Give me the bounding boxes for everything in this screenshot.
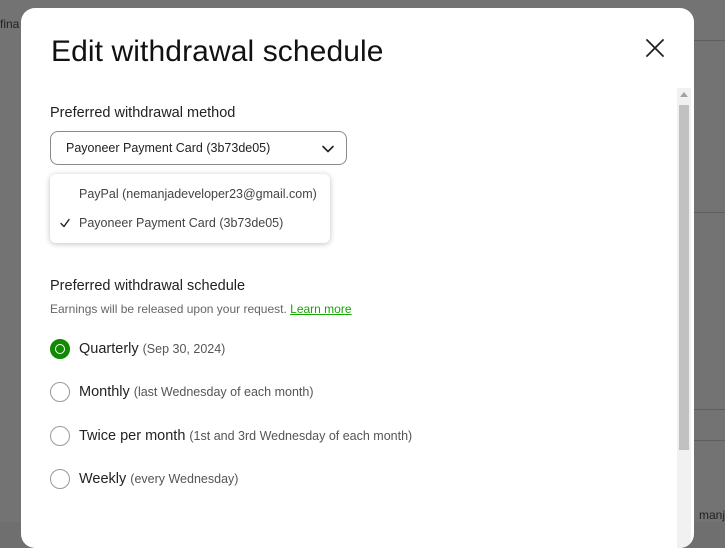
radio-button[interactable]	[50, 426, 70, 446]
option-main-label: Monthly	[79, 384, 130, 400]
radio-button[interactable]	[50, 382, 70, 402]
schedule-option-twice-per-month[interactable]: Twice per month (1st and 3rd Wednesday o…	[50, 425, 412, 447]
modal-scrollbar[interactable]	[677, 88, 691, 548]
schedule-option-monthly[interactable]: Monthly (last Wednesday of each month)	[50, 381, 314, 403]
radio-button[interactable]	[50, 339, 70, 359]
close-button[interactable]	[641, 34, 669, 62]
radio-button[interactable]	[50, 469, 70, 489]
option-sub-label: (every Wednesday)	[130, 472, 239, 486]
option-label: Payoneer Payment Card (3b73de05)	[79, 216, 284, 230]
withdrawal-method-select[interactable]: Payoneer Payment Card (3b73de05)	[50, 131, 347, 165]
select-value: Payoneer Payment Card (3b73de05)	[66, 141, 271, 155]
option-sub-label: (Sep 30, 2024)	[142, 342, 226, 356]
close-icon	[646, 39, 664, 57]
option-label: PayPal (nemanjadeveloper23@gmail.com)	[79, 187, 317, 201]
option-main-label: Twice per month	[79, 428, 186, 444]
schedule-hint: Earnings will be released upon your requ…	[50, 302, 352, 316]
chevron-down-icon	[322, 145, 334, 153]
method-dropdown-menu: PayPal (nemanjadeveloper23@gmail.com) Pa…	[50, 174, 330, 243]
background-divider	[694, 440, 725, 441]
option-main-label: Weekly	[79, 471, 127, 487]
background-text-bottom: manja	[699, 508, 725, 522]
scrollbar-thumb[interactable]	[679, 105, 689, 450]
checkmark-icon	[60, 218, 70, 228]
option-sub-label: (last Wednesday of each month)	[133, 385, 314, 399]
dropdown-option-paypal[interactable]: PayPal (nemanjadeveloper23@gmail.com)	[50, 180, 330, 208]
option-sub-label: (1st and 3rd Wednesday of each month)	[189, 429, 413, 443]
learn-more-link[interactable]: Learn more	[290, 302, 351, 316]
schedule-option-weekly[interactable]: Weekly (every Wednesday)	[50, 468, 238, 490]
background-divider	[694, 212, 725, 213]
background-divider	[694, 40, 725, 41]
modal-title: Edit withdrawal schedule	[51, 35, 384, 68]
background-text-top: fina	[0, 17, 20, 31]
withdrawal-schedule-modal: Edit withdrawal schedule Preferred withd…	[21, 8, 694, 548]
background-divider	[694, 409, 725, 410]
dropdown-option-payoneer[interactable]: Payoneer Payment Card (3b73de05)	[50, 209, 330, 237]
scroll-up-arrow-icon[interactable]	[680, 92, 688, 97]
schedule-option-quarterly[interactable]: Quarterly (Sep 30, 2024)	[50, 338, 225, 360]
method-label: Preferred withdrawal method	[50, 105, 236, 121]
option-main-label: Quarterly	[79, 341, 139, 357]
hint-text: Earnings will be released upon your requ…	[50, 302, 287, 316]
schedule-label: Preferred withdrawal schedule	[50, 278, 246, 294]
